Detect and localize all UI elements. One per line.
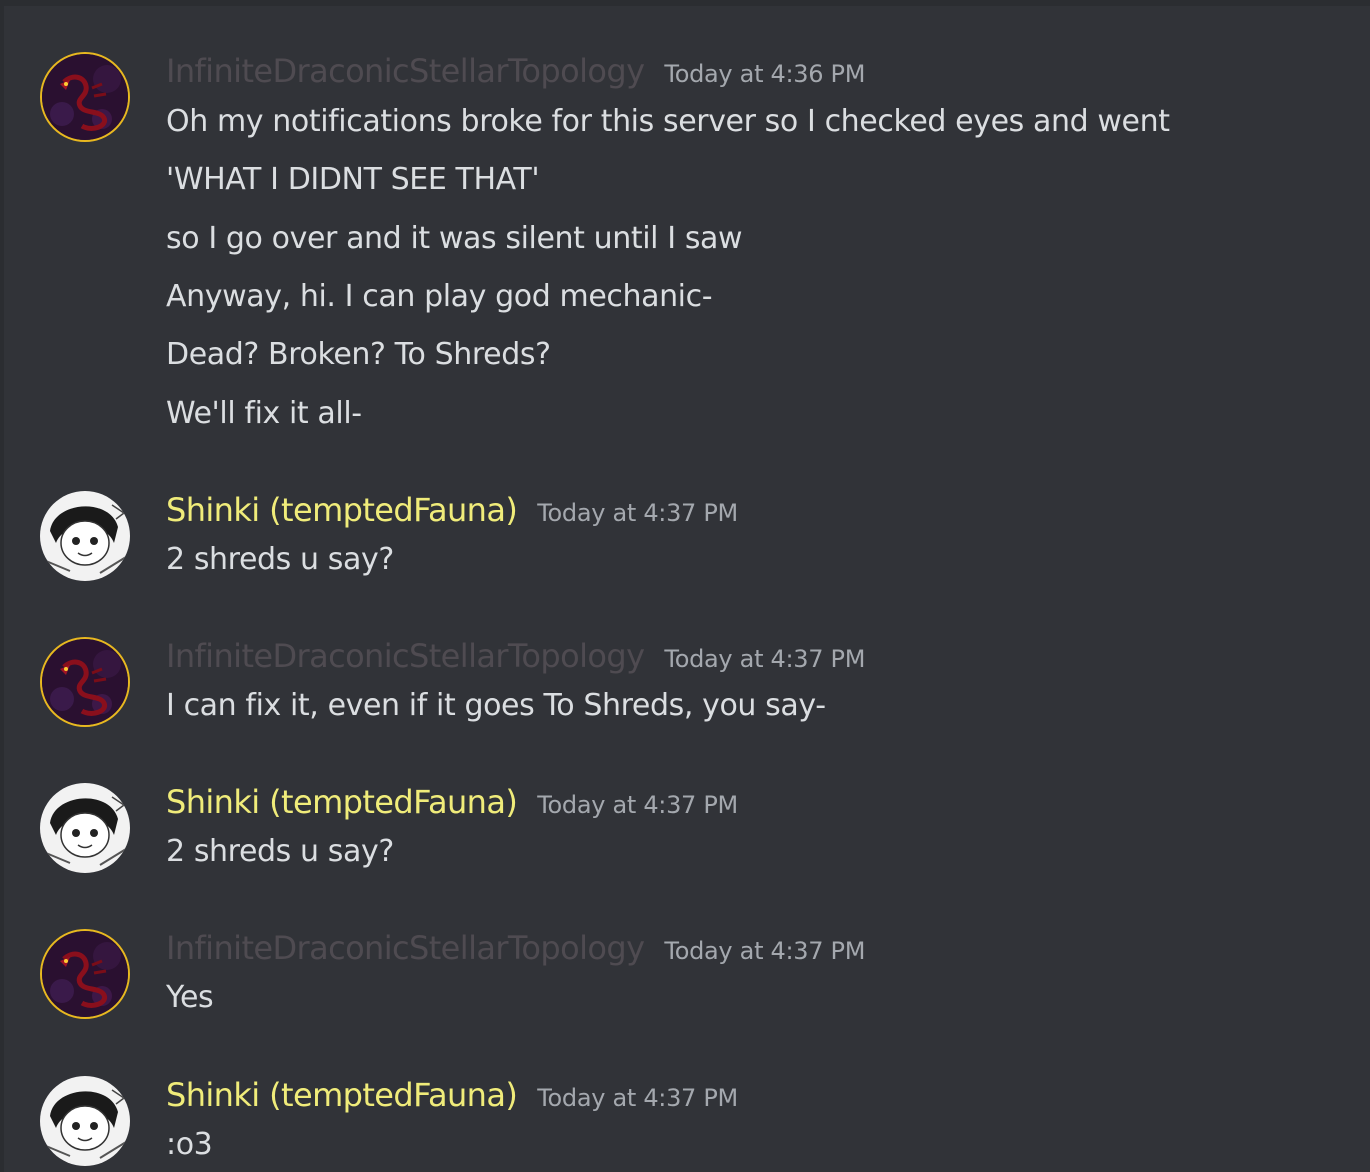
dragon-avatar-icon[interactable] [40, 52, 130, 142]
message-text: Anyway, hi. I can play god mechanic- [166, 279, 713, 314]
left-edge [0, 0, 4, 1172]
username[interactable]: Shinki (temptedFauna) [166, 1076, 518, 1114]
username[interactable]: InfiniteDraconicStellarTopology [166, 52, 645, 90]
timestamp[interactable]: Today at 4:37 PM [537, 791, 738, 819]
dragon-avatar-icon[interactable] [40, 637, 130, 727]
shinki-avatar-icon[interactable] [40, 1076, 130, 1166]
message-text: 2 shreds u say? [166, 834, 394, 869]
message-text: Dead? Broken? To Shreds? [166, 337, 551, 372]
username[interactable]: InfiniteDraconicStellarTopology [166, 929, 645, 967]
dragon-avatar-icon[interactable] [40, 929, 130, 1019]
message-header: InfiniteDraconicStellarTopology Today at… [166, 929, 865, 967]
message-header: InfiniteDraconicStellarTopology Today at… [166, 637, 865, 675]
message-text: Oh my notifications broke for this serve… [166, 104, 1170, 139]
message-header: Shinki (temptedFauna) Today at 4:37 PM [166, 783, 738, 821]
message-text: I can fix it, even if it goes To Shreds,… [166, 688, 826, 723]
username[interactable]: Shinki (temptedFauna) [166, 491, 518, 529]
timestamp[interactable]: Today at 4:37 PM [664, 937, 865, 965]
timestamp[interactable]: Today at 4:37 PM [537, 1084, 738, 1112]
timestamp[interactable]: Today at 4:36 PM [664, 60, 865, 88]
username[interactable]: InfiniteDraconicStellarTopology [166, 637, 645, 675]
shinki-avatar-icon[interactable] [40, 491, 130, 581]
timestamp[interactable]: Today at 4:37 PM [664, 645, 865, 673]
message-text: 'WHAT I DIDNT SEE THAT' [166, 162, 540, 197]
shinki-avatar-icon[interactable] [40, 783, 130, 873]
message-header: Shinki (temptedFauna) Today at 4:37 PM [166, 1076, 738, 1114]
message-header: InfiniteDraconicStellarTopology Today at… [166, 52, 865, 90]
message-text: :o3 [166, 1127, 213, 1162]
message-text: Yes [166, 980, 214, 1015]
message-text: We'll fix it all- [166, 396, 362, 431]
message-header: Shinki (temptedFauna) Today at 4:37 PM [166, 491, 738, 529]
top-edge [0, 0, 1370, 6]
message-text: so I go over and it was silent until I s… [166, 221, 743, 256]
username[interactable]: Shinki (temptedFauna) [166, 783, 518, 821]
timestamp[interactable]: Today at 4:37 PM [537, 499, 738, 527]
message-text: 2 shreds u say? [166, 542, 394, 577]
